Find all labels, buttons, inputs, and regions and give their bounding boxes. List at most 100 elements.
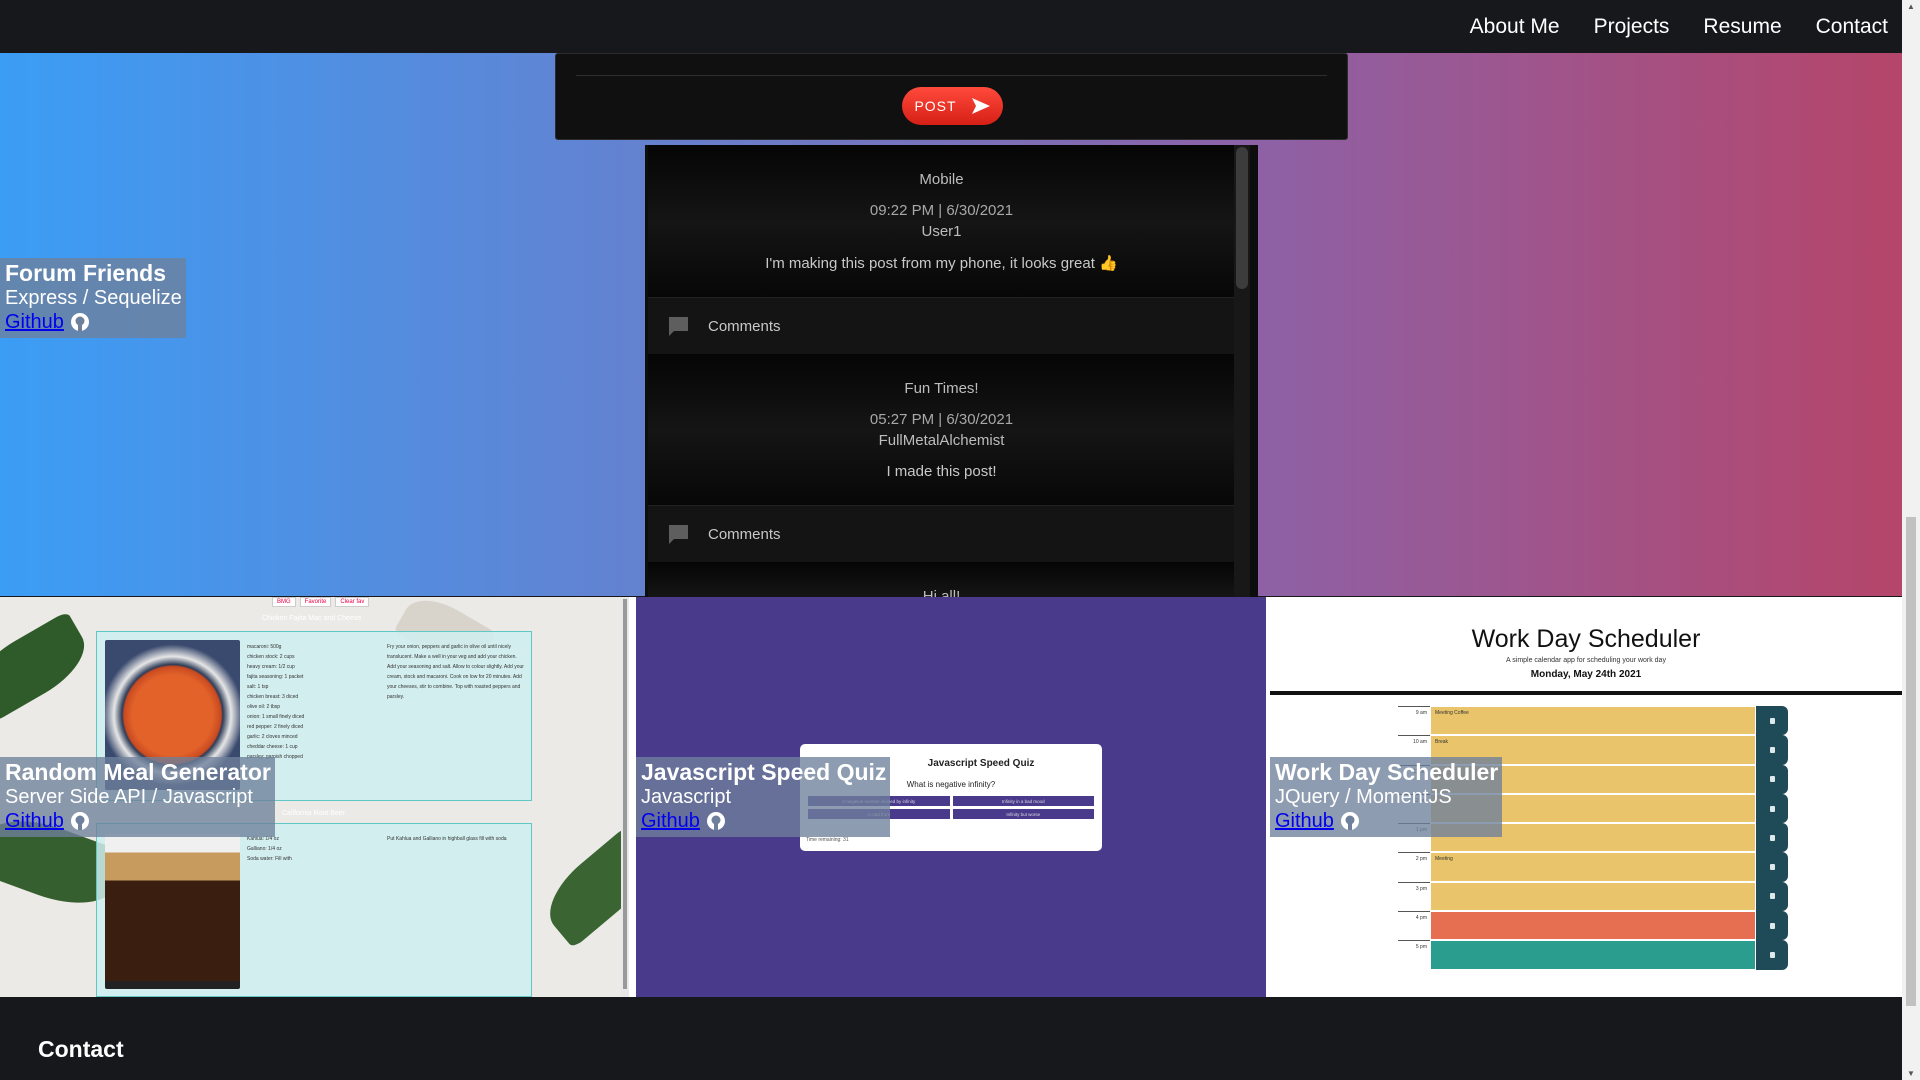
quiz-answer-button[interactable]: Infinity but worse bbox=[952, 809, 1094, 819]
feed-scrollbar-thumb[interactable] bbox=[1236, 147, 1248, 289]
save-button[interactable] bbox=[1756, 940, 1788, 970]
dish-title: California Root Beer bbox=[282, 810, 346, 817]
save-button[interactable] bbox=[1756, 881, 1788, 912]
nav-about-link[interactable]: About Me bbox=[1470, 15, 1560, 39]
post-button-label: POST bbox=[914, 98, 957, 114]
github-link-label: Github bbox=[5, 311, 64, 333]
dish-title: Chicken Fajita Mac and Cheese bbox=[262, 615, 362, 622]
post-title: Fun Times! bbox=[904, 380, 979, 397]
ingredient: salt: 1 tsp bbox=[247, 684, 269, 690]
nav-projects-link[interactable]: Projects bbox=[1594, 15, 1670, 39]
scheduler-date: Monday, May 24th 2021 bbox=[1530, 669, 1642, 680]
quiz-timer: Time remaining: 31 bbox=[806, 837, 849, 843]
send-icon bbox=[971, 98, 990, 114]
github-link[interactable]: Github bbox=[1275, 809, 1498, 833]
nav-contact-link[interactable]: Contact bbox=[1816, 15, 1888, 39]
github-icon bbox=[70, 812, 89, 830]
project-tiles: BMG Favorite Clear fav Chicken Fajita Ma… bbox=[0, 597, 1902, 997]
forum-friends-project: POST Mobile 09:22 PM | 6/30/2021 User1 I… bbox=[0, 53, 1902, 649]
project-stack: Javascript bbox=[641, 786, 732, 808]
event-textarea[interactable]: Meeting Coffee bbox=[1430, 706, 1756, 736]
forum-post-list: Mobile 09:22 PM | 6/30/2021 User1 I'm ma… bbox=[648, 145, 1235, 632]
random-meal-button[interactable]: BMG bbox=[272, 597, 296, 607]
post-timestamp: 05:27 PM | 6/30/2021 bbox=[869, 411, 1014, 428]
hour-label: 5 pm bbox=[1398, 940, 1430, 969]
meal-generator-preview[interactable]: BMG Favorite Clear fav Chicken Fajita Ma… bbox=[0, 597, 629, 997]
scheduler-divider bbox=[1270, 691, 1902, 695]
ingredient: chicken breast: 3 diced bbox=[247, 694, 299, 700]
comments-toggle[interactable]: Comments bbox=[648, 298, 1235, 354]
save-button[interactable] bbox=[1756, 764, 1788, 794]
new-post-card: POST bbox=[555, 53, 1348, 140]
speed-quiz-preview[interactable]: Javascript Speed Quiz What is negative i… bbox=[636, 597, 1266, 997]
ingredient: red pepper: 2 finely diced bbox=[247, 724, 304, 730]
scroll-down-arrow-icon[interactable]: ▼ bbox=[1907, 1069, 1915, 1078]
github-link-label: Github bbox=[5, 810, 64, 832]
comments-label: Comments bbox=[708, 525, 781, 543]
nav-resume-link[interactable]: Resume bbox=[1703, 15, 1781, 39]
ingredient: Galliano: 1/4 oz bbox=[247, 846, 282, 852]
root-beer-photo bbox=[105, 834, 240, 989]
post-title: Mobile bbox=[919, 171, 964, 188]
scheduler-row: 9 am Meeting Coffee bbox=[1398, 706, 1788, 736]
forum-feed[interactable]: Mobile 09:22 PM | 6/30/2021 User1 I'm ma… bbox=[645, 145, 1258, 649]
lock-icon bbox=[1769, 864, 1775, 871]
scheduler-row: 4 pm bbox=[1398, 911, 1788, 941]
project-name: Javascript Speed Quiz bbox=[641, 759, 887, 785]
post-body: I made this post! bbox=[886, 463, 997, 480]
github-icon bbox=[706, 812, 725, 830]
hour-label: 9 am bbox=[1398, 706, 1430, 735]
nav-links: About Me Projects Resume Contact bbox=[1470, 0, 1888, 53]
event-textarea[interactable] bbox=[1430, 881, 1756, 912]
clear-favorite-button[interactable]: Clear fav bbox=[335, 597, 370, 607]
github-link[interactable]: Github bbox=[5, 809, 271, 833]
project-label-forum-friends: Forum Friends Express / Sequelize Github bbox=[0, 258, 186, 338]
save-button[interactable] bbox=[1756, 706, 1788, 736]
project-name: Forum Friends bbox=[5, 260, 167, 286]
lock-icon bbox=[1769, 834, 1775, 841]
lock-icon bbox=[1769, 922, 1775, 929]
ingredient: olive oil: 2 tbsp bbox=[247, 704, 281, 710]
comments-toggle[interactable]: Comments bbox=[648, 506, 1235, 562]
scroll-up-arrow-icon[interactable]: ▲ bbox=[1907, 2, 1915, 11]
save-button[interactable] bbox=[1756, 823, 1788, 853]
event-textarea[interactable]: Meeting bbox=[1430, 852, 1756, 882]
meal-preview-scrollbar[interactable] bbox=[621, 597, 629, 997]
comment-icon bbox=[669, 525, 688, 544]
meal-instructions: Put Kahlua and Galliano in highball glas… bbox=[387, 836, 507, 842]
ingredient: garlic: 2 cloves minced bbox=[247, 734, 298, 740]
page-scrollbar[interactable]: ▲ ▼ bbox=[1902, 0, 1920, 1080]
project-name: Random Meal Generator bbox=[5, 759, 271, 785]
save-button[interactable] bbox=[1756, 852, 1788, 882]
footer: Contact bbox=[0, 998, 1902, 1080]
leaf-decoration bbox=[0, 611, 97, 723]
ingredient: macaroni: 500g bbox=[247, 644, 282, 650]
page-scrollbar-thumb[interactable] bbox=[1906, 517, 1916, 1006]
favorite-button[interactable]: Favorite bbox=[299, 597, 332, 607]
portfolio-page: About Me Projects Resume Contact POST Mo… bbox=[0, 0, 1920, 1080]
quiz-answer-button[interactable]: Infinity in a bad mood bbox=[952, 796, 1094, 806]
project-label-work-day-scheduler: Work Day Scheduler JQuery / MomentJS Git… bbox=[1270, 757, 1503, 837]
github-link[interactable]: Github bbox=[5, 310, 182, 334]
forum-post: Fun Times! 05:27 PM | 6/30/2021 FullMeta… bbox=[648, 354, 1235, 506]
lock-icon bbox=[1769, 893, 1775, 900]
feed-scrollbar[interactable] bbox=[1234, 145, 1250, 649]
save-button[interactable] bbox=[1756, 793, 1788, 824]
meal-card: Kahlua: 1/4 oz Galliano: 1/4 oz Soda wat… bbox=[96, 823, 532, 997]
save-button[interactable] bbox=[1756, 735, 1788, 765]
github-link[interactable]: Github bbox=[641, 809, 886, 833]
project-label-random-meal-generator: Random Meal Generator Server Side API / … bbox=[0, 757, 275, 837]
post-button[interactable]: POST bbox=[902, 87, 1003, 125]
event-textarea[interactable] bbox=[1430, 911, 1756, 941]
post-body: I'm making this post from my phone, it l… bbox=[765, 255, 1118, 272]
project-name: Work Day Scheduler bbox=[1275, 759, 1499, 785]
lock-icon bbox=[1769, 776, 1775, 783]
save-button[interactable] bbox=[1756, 911, 1788, 941]
lock-icon bbox=[1769, 805, 1775, 812]
lock-icon bbox=[1769, 717, 1775, 724]
ingredient: cheddar cheese: 1 cup bbox=[247, 744, 298, 750]
project-label-javascript-speed-quiz: Javascript Speed Quiz Javascript Github bbox=[636, 757, 891, 837]
work-day-scheduler-preview[interactable]: Work Day Scheduler A simple calendar app… bbox=[1270, 597, 1902, 997]
event-textarea[interactable] bbox=[1430, 940, 1756, 970]
github-icon bbox=[70, 313, 89, 331]
